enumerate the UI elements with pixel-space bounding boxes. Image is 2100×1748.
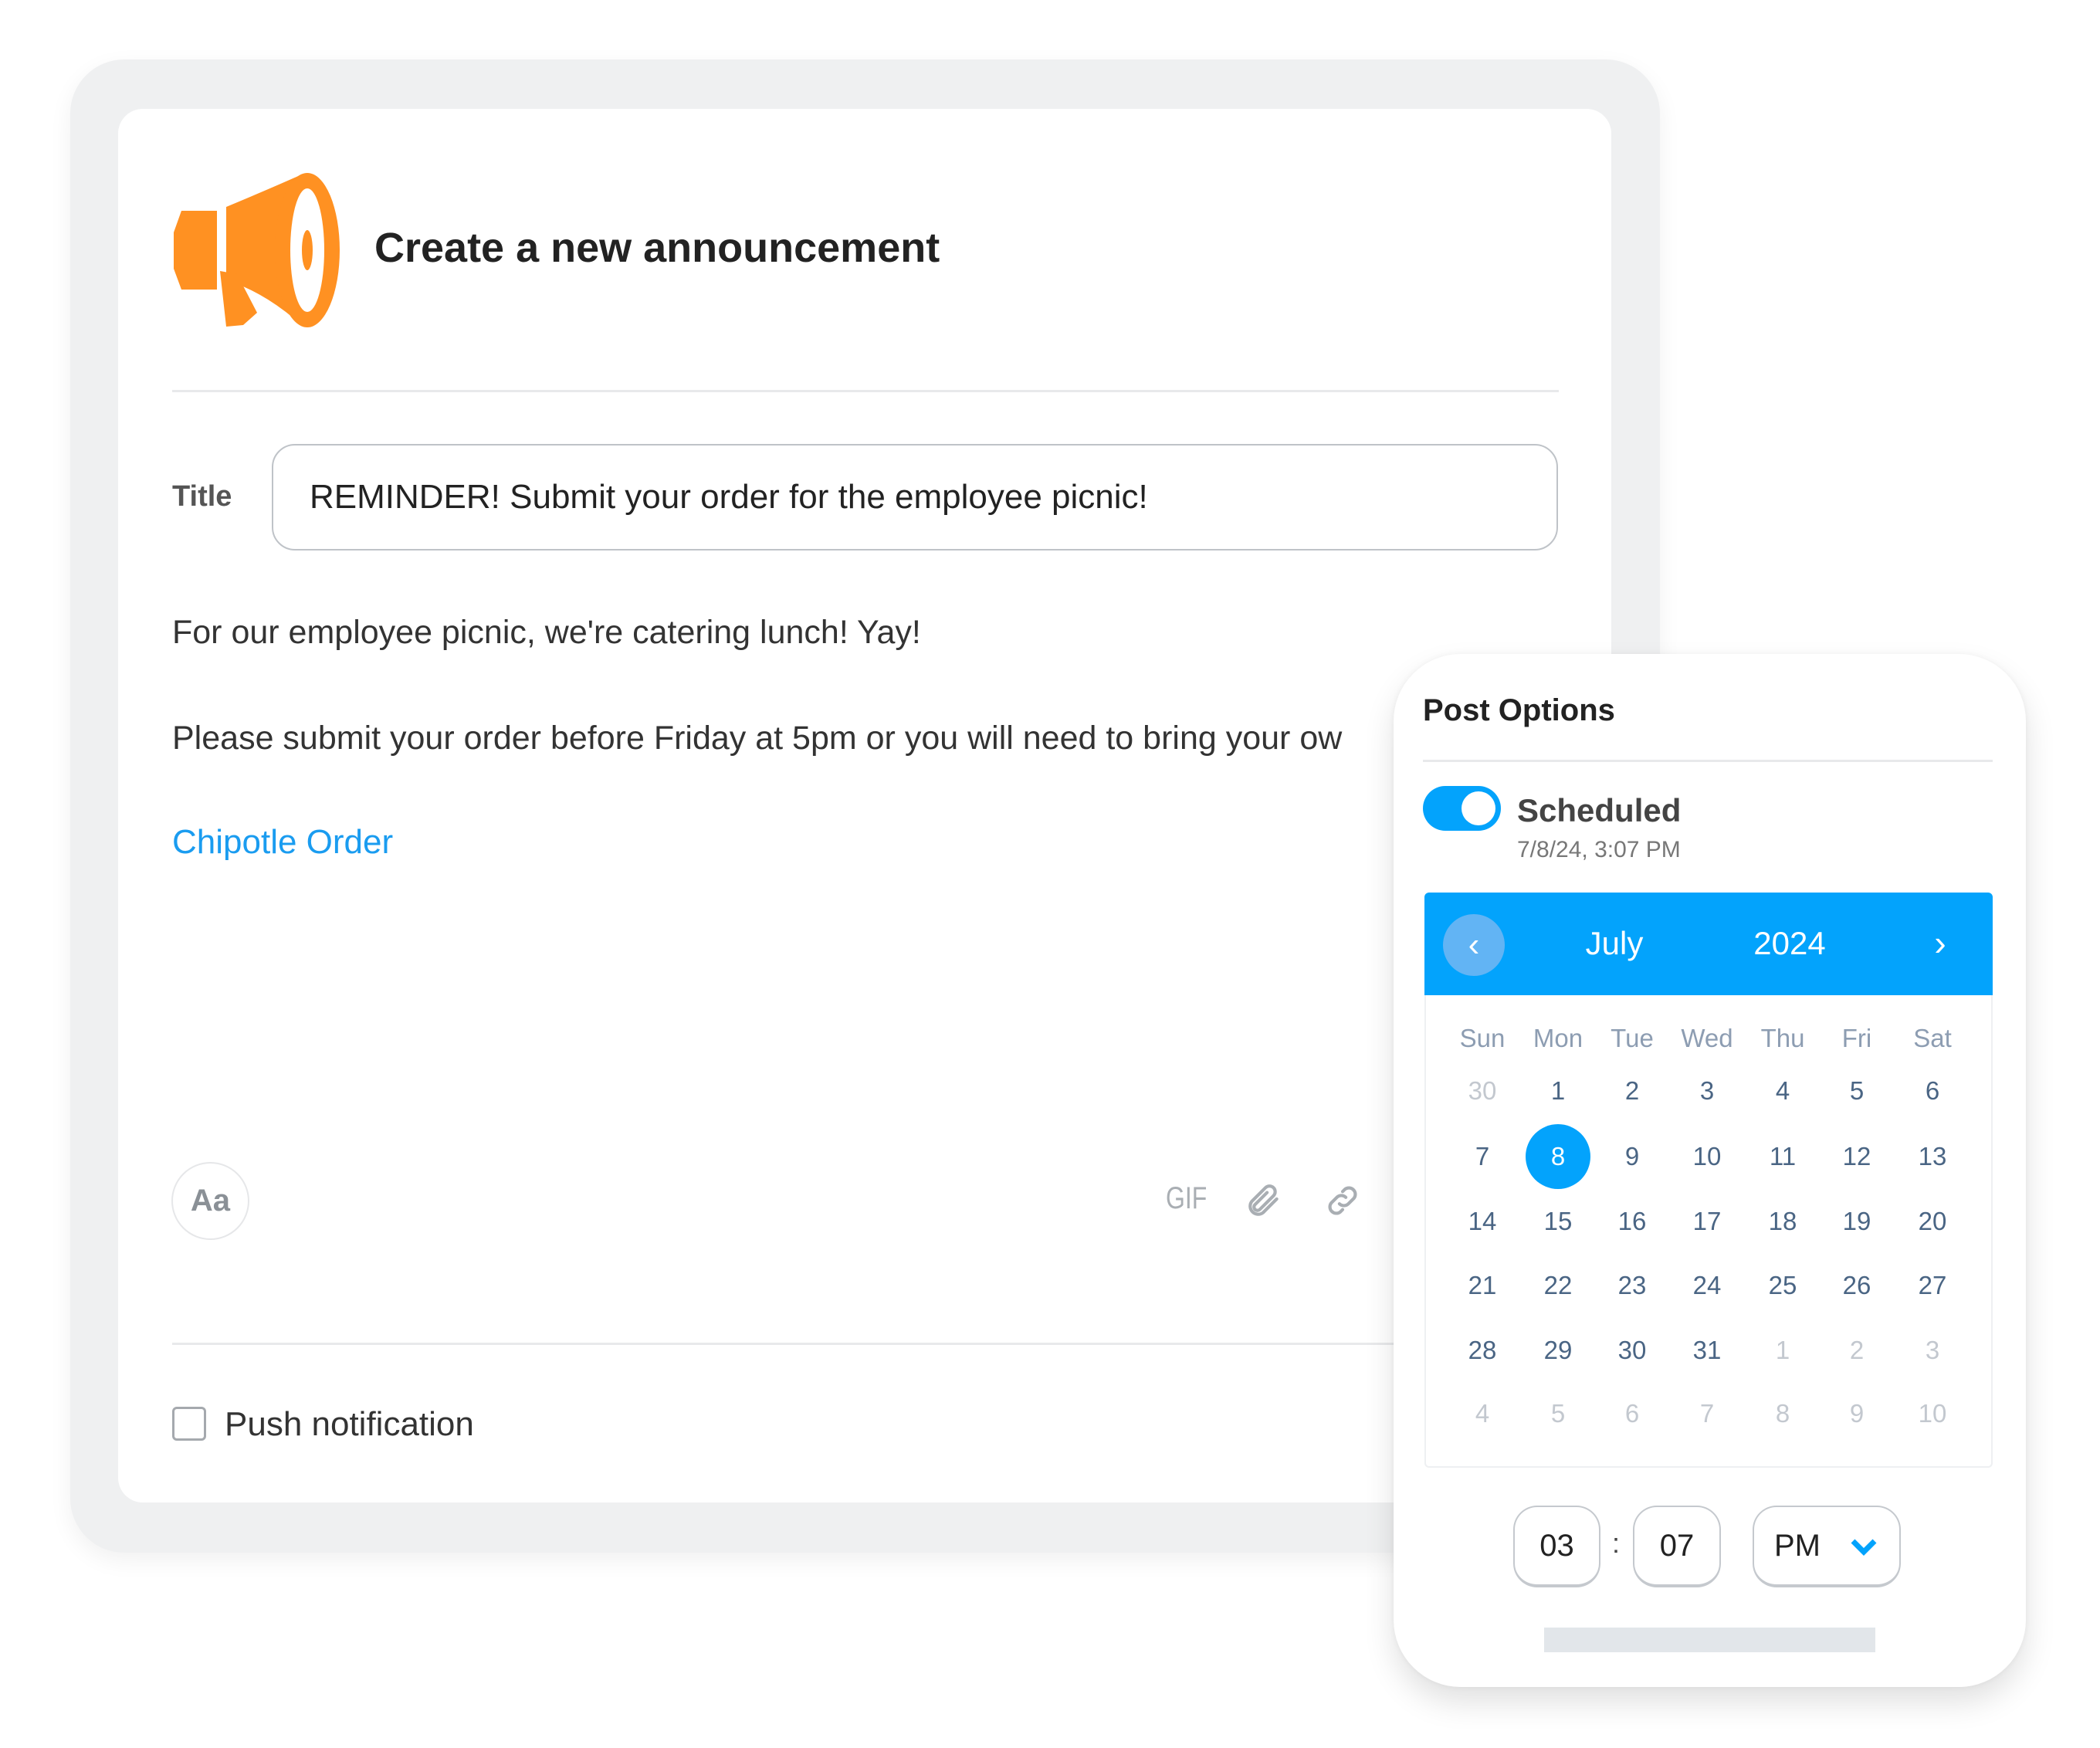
minute-input[interactable]: 07 — [1633, 1506, 1721, 1587]
hour-input[interactable]: 03 — [1513, 1506, 1600, 1587]
calendar-day[interactable]: 7 — [1450, 1124, 1515, 1189]
divider — [172, 390, 1559, 392]
calendar-day[interactable]: 6 — [1900, 1059, 1965, 1123]
calendar-day[interactable]: 13 — [1900, 1124, 1965, 1189]
push-notification-checkbox[interactable] — [172, 1407, 206, 1441]
chevron-down-icon — [1851, 1539, 1877, 1556]
calendar-day[interactable]: 30 — [1450, 1059, 1515, 1123]
calendar-day[interactable]: 7 — [1675, 1381, 1739, 1446]
calendar-day[interactable]: 12 — [1824, 1124, 1889, 1189]
calendar-day[interactable]: 30 — [1600, 1318, 1665, 1383]
calendar-day[interactable]: 19 — [1824, 1189, 1889, 1254]
calendar-header — [1424, 893, 1993, 995]
period-select[interactable]: PM — [1753, 1506, 1901, 1587]
calendar-day[interactable]: 28 — [1450, 1318, 1515, 1383]
scheduled-datetime: 7/8/24, 3:07 PM — [1517, 837, 1681, 862]
calendar-day[interactable]: 10 — [1675, 1124, 1739, 1189]
calendar-day[interactable]: 10 — [1900, 1381, 1965, 1446]
push-notification-label[interactable]: Push notification — [225, 1405, 474, 1444]
calendar-day[interactable]: 5 — [1526, 1381, 1590, 1446]
calendar-day[interactable]: 3 — [1675, 1059, 1739, 1123]
post-options-heading: Post Options — [1423, 693, 1615, 727]
calendar-day[interactable]: 26 — [1824, 1253, 1889, 1318]
calendar-day[interactable]: 23 — [1600, 1253, 1665, 1318]
gif-button[interactable]: GIF — [1166, 1181, 1207, 1216]
calendar-day[interactable]: 3 — [1900, 1318, 1965, 1383]
calendar-day[interactable]: 11 — [1750, 1124, 1815, 1189]
period-value: PM — [1774, 1528, 1821, 1563]
calendar-day[interactable]: 9 — [1600, 1124, 1665, 1189]
scheduled-toggle[interactable] — [1423, 786, 1501, 831]
calendar-day[interactable]: 1 — [1526, 1059, 1590, 1123]
calendar-day[interactable]: 8 — [1750, 1381, 1815, 1446]
calendar-day[interactable]: 22 — [1526, 1253, 1590, 1318]
calendar-day[interactable]: 2 — [1600, 1059, 1665, 1123]
calendar-day[interactable]: 16 — [1600, 1189, 1665, 1254]
calendar-day[interactable]: 17 — [1675, 1189, 1739, 1254]
title-label: Title — [172, 480, 232, 513]
calendar-day[interactable]: 15 — [1526, 1189, 1590, 1254]
page-title: Create a new announcement — [374, 225, 940, 271]
time-separator: : — [1612, 1527, 1621, 1559]
next-month-button[interactable]: › — [1934, 922, 1946, 964]
calendar-day[interactable]: 4 — [1750, 1059, 1815, 1123]
text-format-button[interactable]: Aa — [171, 1162, 249, 1240]
calendar-day[interactable]: 24 — [1675, 1253, 1739, 1318]
megaphone-icon — [174, 173, 340, 327]
calendar-day[interactable]: 9 — [1824, 1381, 1889, 1446]
prev-month-button[interactable]: ‹ — [1443, 914, 1505, 976]
divider — [1423, 760, 1993, 762]
month-label[interactable]: July — [1586, 925, 1644, 962]
calendar-day[interactable]: 29 — [1526, 1318, 1590, 1383]
calendar-day[interactable]: 6 — [1600, 1381, 1665, 1446]
year-label[interactable]: 2024 — [1753, 925, 1825, 962]
calendar-day[interactable]: 25 — [1750, 1253, 1815, 1318]
calendar-day[interactable]: 20 — [1900, 1189, 1965, 1254]
paperclip-icon[interactable] — [1245, 1181, 1283, 1220]
calendar-day[interactable]: 14 — [1450, 1189, 1515, 1254]
calendar-day[interactable]: 18 — [1750, 1189, 1815, 1254]
calendar-day[interactable]: 27 — [1900, 1253, 1965, 1318]
chipotle-order-link[interactable]: Chipotle Order — [172, 823, 393, 862]
calendar-day[interactable]: 21 — [1450, 1253, 1515, 1318]
calendar-day[interactable]: 1 — [1750, 1318, 1815, 1383]
calendar-day[interactable]: 5 — [1824, 1059, 1889, 1123]
calendar-day[interactable]: 2 — [1824, 1318, 1889, 1383]
calendar-day[interactable]: 31 — [1675, 1318, 1739, 1383]
calendar-day[interactable]: 4 — [1450, 1381, 1515, 1446]
calendar-day-selected[interactable]: 8 — [1526, 1124, 1590, 1189]
save-button-placeholder[interactable] — [1544, 1628, 1875, 1652]
divider — [172, 1343, 1559, 1345]
scheduled-label: Scheduled — [1517, 792, 1682, 828]
chain-link-icon[interactable] — [1323, 1181, 1362, 1220]
title-input[interactable]: REMINDER! Submit your order for the empl… — [272, 444, 1558, 550]
body-text-line[interactable]: For our employee picnic, we're catering … — [172, 614, 921, 652]
body-text-line[interactable]: Please submit your order before Friday a… — [172, 720, 1342, 757]
